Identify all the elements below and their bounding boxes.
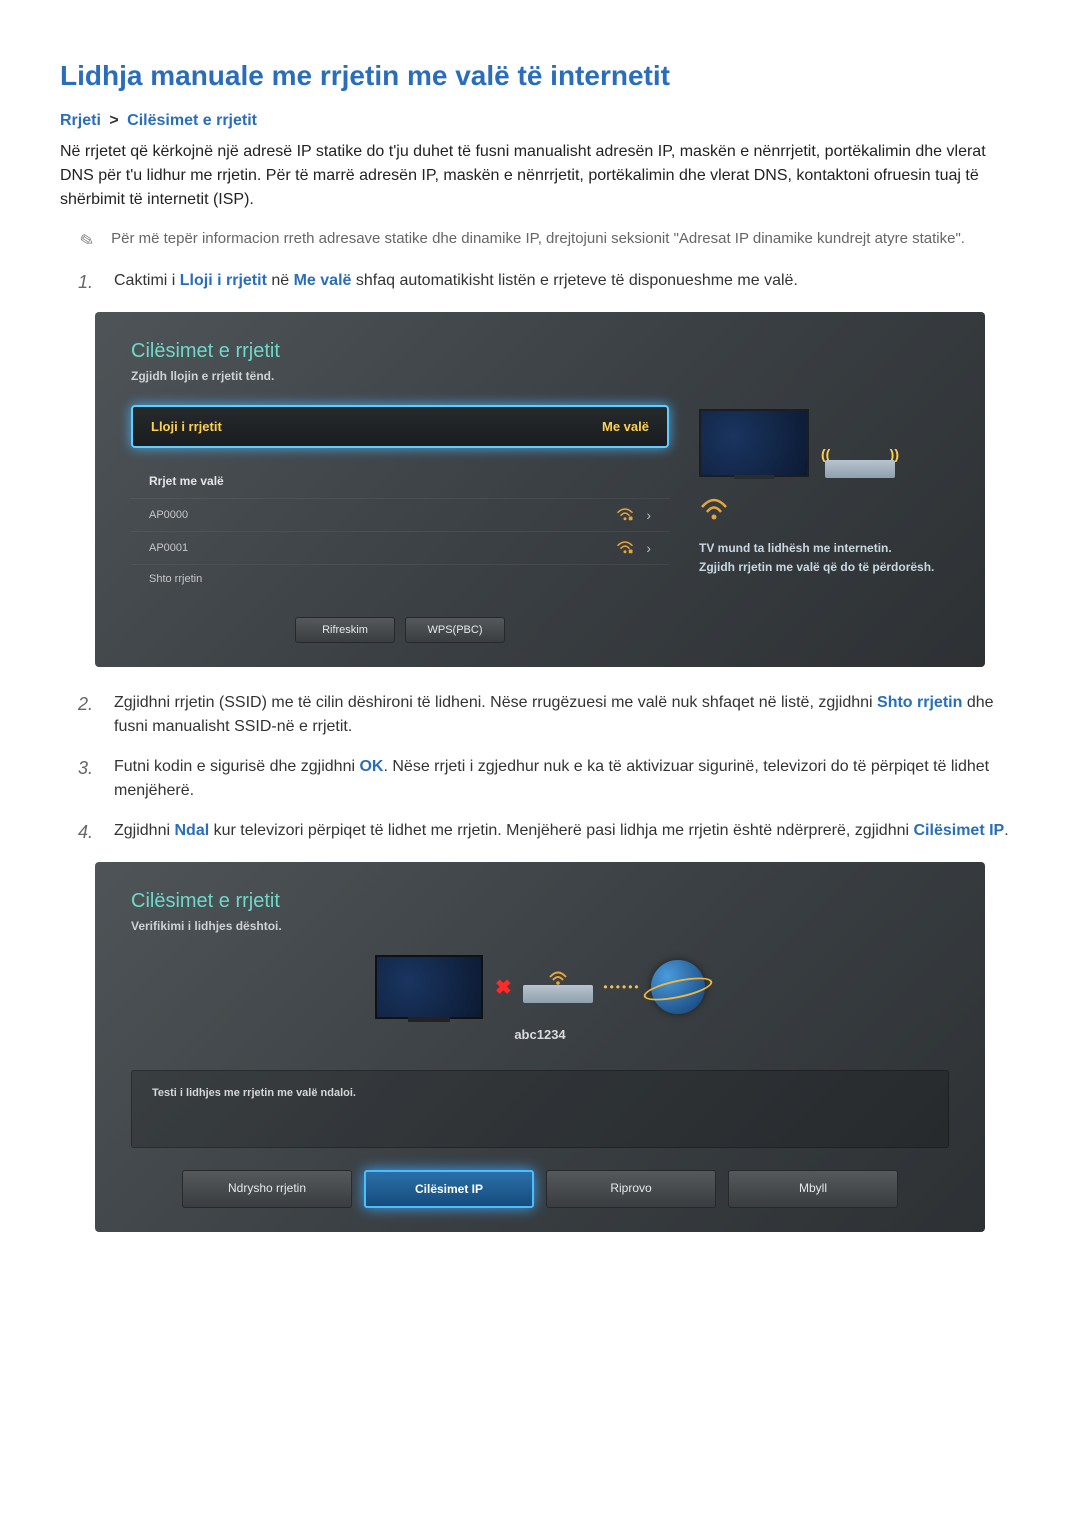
link-stop: Ndal (174, 822, 209, 839)
select-value: Me valë (602, 419, 649, 434)
step-number: 2. (78, 691, 96, 739)
wifi-icon (699, 497, 729, 521)
side-message-line: TV mund ta lidhësh me internetin. (699, 539, 949, 558)
pencil-icon: ✎ (74, 226, 97, 257)
step-text: Caktimi i (114, 272, 180, 289)
connection-diagram: ✖ •••••• (131, 955, 949, 1019)
step-text: shfaq automatikisht listën e rrjeteve të… (351, 272, 797, 289)
step-text: Futni kodin e sigurisë dhe zgjidhni (114, 758, 359, 775)
panel-subtitle: Zgjidh llojin e rrjetit tënd. (131, 369, 949, 383)
note-text: Për më tepër informacion rreth adresave … (111, 228, 965, 255)
side-message-line: Zgjidh rrjetin me valë që do të përdorës… (699, 558, 949, 577)
tv-icon (699, 409, 809, 477)
step-text: Zgjidhni (114, 822, 174, 839)
intro-paragraph: Në rrjetet që kërkojnë një adresë IP sta… (60, 140, 1020, 212)
wifi-network-row[interactable]: AP0001 › (131, 531, 669, 564)
router-icon: (( )) (825, 460, 895, 483)
wifi-network-row[interactable]: AP0000 › (131, 498, 669, 531)
retry-button[interactable]: Riprovo (546, 1170, 716, 1208)
connection-dots: •••••• (603, 980, 640, 994)
step-number: 3. (78, 755, 96, 803)
breadcrumb: Rrjeti > Cilësimet e rrjetit (60, 112, 1020, 130)
router-icon (523, 971, 593, 1003)
change-network-button[interactable]: Ndrysho rrjetin (182, 1170, 352, 1208)
close-button[interactable]: Mbyll (728, 1170, 898, 1208)
status-message: Testi i lidhjes me rrjetin me valë ndalo… (152, 1087, 356, 1099)
network-type-select[interactable]: Lloji i rrjetit Me valë (131, 405, 669, 448)
step-2: 2. Zgjidhni rrjetin (SSID) me të cilin d… (78, 691, 1020, 739)
link-ok: OK (359, 758, 383, 775)
globe-icon (651, 960, 705, 1014)
chevron-right-icon: › (646, 540, 651, 556)
wifi-ssid: AP0001 (149, 542, 188, 554)
step-number: 1. (78, 269, 96, 296)
link-add-network: Shto rrjetin (877, 694, 962, 711)
network-settings-panel-failed: Cilësimet e rrjetit Verifikimi i lidhjes… (95, 862, 985, 1232)
ip-settings-button[interactable]: Cilësimet IP (364, 1170, 534, 1208)
panel-subtitle: Verifikimi i lidhjes dështoi. (131, 919, 949, 933)
network-settings-panel-list: Cilësimet e rrjetit Zgjidh llojin e rrje… (95, 312, 985, 667)
step-text: Zgjidhni rrjetin (SSID) me të cilin dësh… (114, 694, 877, 711)
ssid-label: abc1234 (131, 1027, 949, 1042)
step-text: kur televizori përpiqet të lidhet me rrj… (209, 822, 913, 839)
breadcrumb-separator: > (105, 112, 122, 129)
add-network-label: Shto rrjetin (149, 573, 202, 585)
wps-button[interactable]: WPS(PBC) (405, 617, 505, 643)
status-message-box: Testi i lidhjes me rrjetin me valë ndalo… (131, 1070, 949, 1148)
wifi-lock-icon (616, 541, 634, 555)
breadcrumb-part-1: Rrjeti (60, 112, 101, 129)
connection-failed-icon: ✖ (493, 977, 513, 997)
chevron-right-icon: › (646, 507, 651, 523)
add-network-row[interactable]: Shto rrjetin (131, 564, 669, 593)
link-ip-settings: Cilësimet IP (914, 822, 1005, 839)
step-text: në (267, 272, 294, 289)
tv-icon (375, 955, 483, 1019)
panel-title: Cilësimet e rrjetit (131, 890, 949, 913)
note: ✎ Për më tepër informacion rreth adresav… (60, 224, 1020, 269)
refresh-button[interactable]: Rifreskim (295, 617, 395, 643)
page-title: Lidhja manuale me rrjetin me valë të int… (60, 60, 1020, 92)
wifi-ssid: AP0000 (149, 509, 188, 521)
wifi-lock-icon (616, 508, 634, 522)
select-label: Lloji i rrjetit (151, 419, 222, 434)
step-number: 4. (78, 819, 96, 846)
step-3: 3. Futni kodin e sigurisë dhe zgjidhni O… (78, 755, 1020, 803)
link-wireless: Me valë (294, 272, 352, 289)
link-network-type: Lloji i rrjetit (180, 272, 267, 289)
breadcrumb-part-2: Cilësimet e rrjetit (127, 112, 257, 129)
step-1: 1. Caktimi i Lloji i rrjetit në Me valë … (78, 269, 1020, 296)
step-text: . (1004, 822, 1008, 839)
panel-title: Cilësimet e rrjetit (131, 340, 949, 363)
step-4: 4. Zgjidhni Ndal kur televizori përpiqet… (78, 819, 1020, 846)
wireless-list-header: Rrjet me valë (131, 468, 669, 498)
